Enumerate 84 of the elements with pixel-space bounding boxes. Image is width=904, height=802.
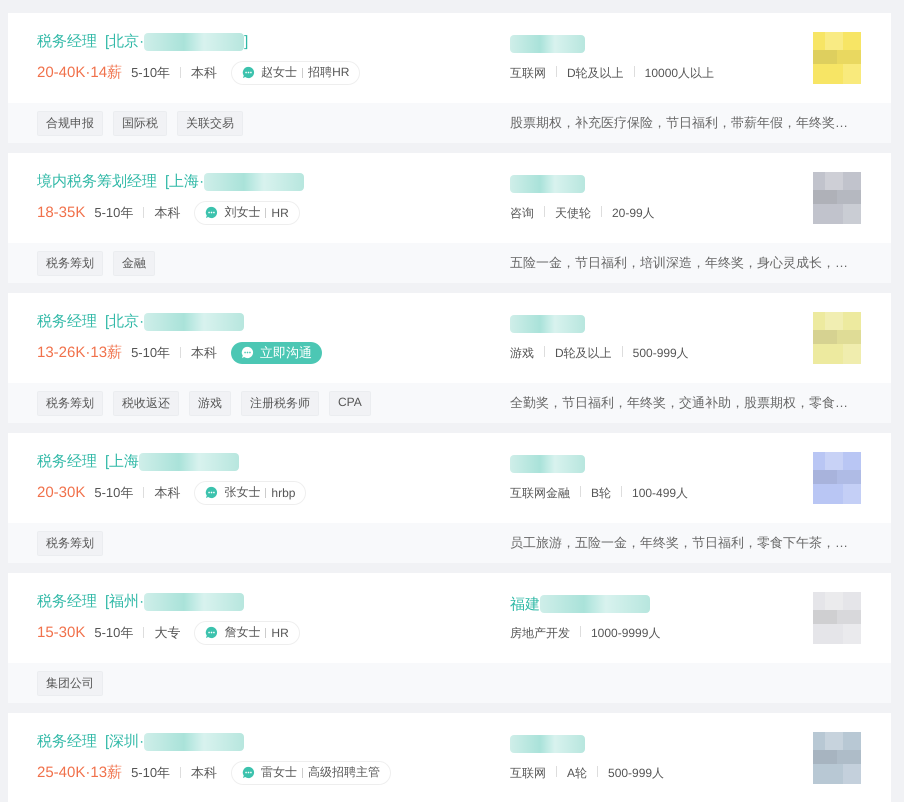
- job-location: [北京·: [105, 312, 144, 331]
- job-card[interactable]: 税务经理 [上海 20-30K 5-10年 本科 张女士 hrbp 互联网金融 B轮 100-499人 税务筹划 员工旅游，五险一金，年终奖，节日福利，零食下午茶，…: [8, 433, 891, 563]
- experience: 5-10年: [94, 204, 134, 222]
- company-info: A轮: [567, 766, 588, 780]
- experience: 5-10年: [131, 764, 170, 782]
- company-info: D轮及以上: [555, 346, 612, 360]
- skill-tag: 税务筹划: [37, 390, 103, 416]
- job-card[interactable]: 税务经理 [深圳· 25-40K·13薪 5-10年 本科 雷女士 高级招聘主管 互联网 A轮 500-999人: [8, 713, 891, 802]
- recruiter-name: 雷女士: [261, 764, 298, 781]
- skill-tag: 注册税务师: [241, 390, 319, 416]
- skill-tag: 国际税: [113, 110, 167, 136]
- salary: 20-30K: [37, 484, 86, 501]
- job-card[interactable]: 税务经理 [北京· ] 20-40K·14薪 5-10年 本科 赵女士 招聘HR 互联网 D轮及以上 10000人以上 合规申报 国际税 关联交易 股票期权，补充医疗保险，节日福利，带薪年假，年终奖…: [8, 13, 891, 143]
- salary: 18-35K: [37, 204, 86, 221]
- benefits-text: 股票期权，补充医疗保险，节日福利，带薪年假，年终奖…: [510, 115, 848, 130]
- company-info: 房地产开发: [510, 626, 570, 640]
- salary: 25-40K·13薪: [37, 763, 122, 782]
- recruiter-chip[interactable]: 雷女士 高级招聘主管: [231, 760, 392, 784]
- job-card[interactable]: 税务经理 [福州· 15-30K 5-10年 大专 詹女士 HR 福建 房地产开发 1000-9999人 集团公司: [8, 573, 891, 703]
- chat-icon: [205, 486, 218, 499]
- experience: 5-10年: [94, 624, 134, 642]
- company-info: 20-99人: [612, 206, 655, 220]
- benefits-text: 五险一金，节日福利，培训深造，年终奖，身心灵成长，…: [510, 255, 848, 270]
- education: 本科: [154, 484, 180, 502]
- recruiter-chip[interactable]: 赵女士 招聘HR: [231, 60, 360, 84]
- chat-icon: [242, 66, 256, 79]
- recruiter-name: 张女士: [224, 484, 260, 501]
- recruiter-role: HR: [271, 626, 289, 640]
- skill-tag: 游戏: [189, 390, 231, 416]
- skill-tag: 关联交易: [177, 110, 243, 136]
- skill-tag: 集团公司: [37, 670, 103, 696]
- skill-tag: 税务筹划: [37, 250, 103, 276]
- education: 本科: [191, 764, 218, 782]
- company-info: 咨询: [510, 206, 534, 220]
- company-info: 互联网金融: [510, 486, 570, 500]
- chat-icon: [242, 766, 256, 779]
- job-location: [上海: [105, 452, 140, 471]
- company-info: 游戏: [510, 346, 534, 360]
- education: 大专: [154, 624, 180, 642]
- skill-tag: 税务筹划: [37, 530, 103, 556]
- chat-icon: [205, 626, 218, 639]
- salary: 20-40K·14薪: [37, 63, 122, 82]
- recruiter-name: 赵女士: [261, 64, 298, 81]
- recruiter-chip[interactable]: 张女士 hrbp: [194, 480, 306, 504]
- recruiter-chip[interactable]: 詹女士 HR: [194, 620, 300, 644]
- chat-icon: [241, 346, 254, 359]
- chat-icon: [205, 206, 218, 219]
- job-location: [深圳·: [105, 732, 144, 751]
- recruiter-role: 招聘HR: [308, 64, 350, 81]
- job-card[interactable]: 境内税务筹划经理 [上海· 18-35K 5-10年 本科 刘女士 HR 咨询 天使轮 20-99人 税务筹划 金融 五险一金，节日福利，培训深造，年终奖，身心灵成长，…: [8, 153, 891, 283]
- education: 本科: [191, 64, 218, 82]
- company-info: 1000-9999人: [591, 626, 660, 640]
- experience: 5-10年: [94, 484, 134, 502]
- recruiter-role: 高级招聘主管: [308, 764, 380, 781]
- skill-tag: 合规申报: [37, 110, 103, 136]
- salary: 13-26K·13薪: [37, 343, 122, 362]
- recruiter-role: hrbp: [271, 486, 296, 500]
- skill-tag: 税收返还: [113, 390, 179, 416]
- company-info: 10000人以上: [644, 66, 714, 80]
- company-info: 100-499人: [632, 486, 688, 500]
- company-info: 互联网: [510, 66, 546, 80]
- experience: 5-10年: [131, 344, 170, 362]
- company-info: B轮: [591, 486, 612, 500]
- benefits-text: 员工旅游，五险一金，年终奖，节日福利，零食下午茶，…: [510, 535, 848, 550]
- recruiter-name: 詹女士: [224, 624, 260, 641]
- location-bracket: ]: [244, 33, 248, 50]
- salary: 15-30K: [37, 624, 86, 641]
- recruiter-role: HR: [271, 206, 289, 220]
- company-info: 500-999人: [632, 346, 689, 360]
- experience: 5-10年: [131, 64, 170, 82]
- skill-tag: CPA: [329, 390, 371, 416]
- skill-tag: 金融: [113, 250, 155, 276]
- company-info: 互联网: [510, 766, 546, 780]
- job-location: [北京·: [105, 32, 144, 51]
- job-location: [上海·: [165, 172, 204, 191]
- education: 本科: [191, 344, 218, 362]
- job-location: [福州·: [105, 592, 144, 611]
- company-info: D轮及以上: [567, 66, 624, 80]
- recruiter-name: 刘女士: [224, 204, 260, 221]
- recruiter-chip[interactable]: 刘女士 HR: [194, 200, 300, 224]
- company-info: 天使轮: [555, 206, 591, 220]
- benefits-text: 全勤奖，节日福利，年终奖，交通补助，股票期权，零食…: [510, 395, 848, 410]
- company-info: 500-999人: [608, 766, 664, 780]
- education: 本科: [154, 204, 180, 222]
